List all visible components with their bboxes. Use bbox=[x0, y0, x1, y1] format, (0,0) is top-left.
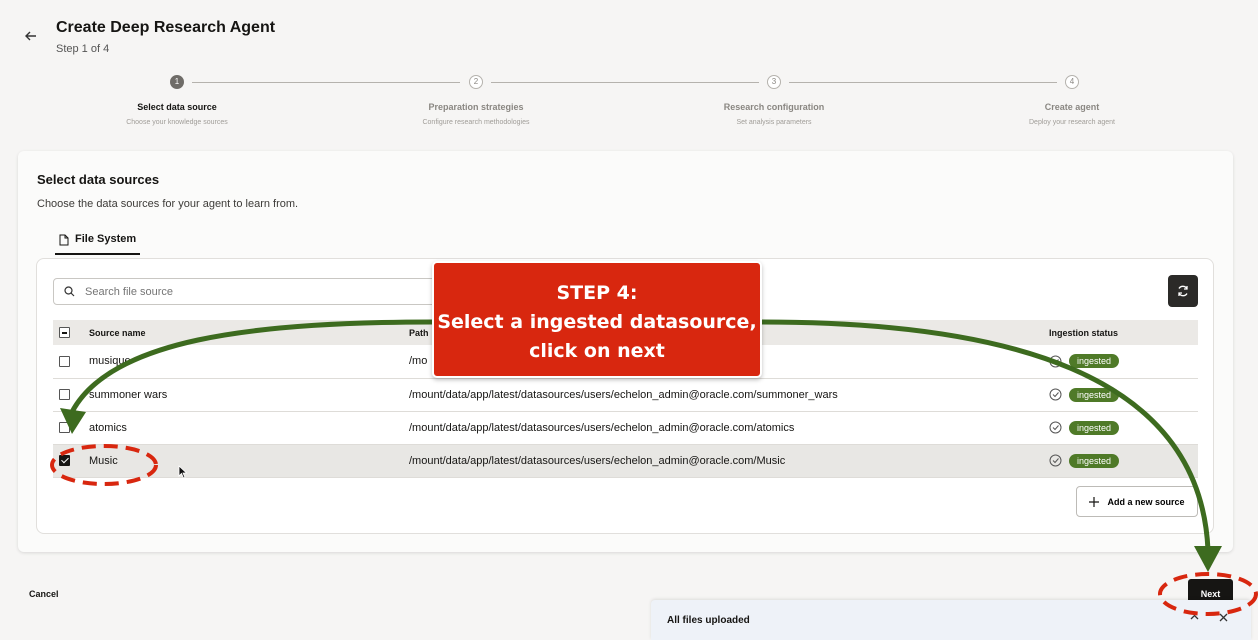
step-connector bbox=[789, 82, 1057, 83]
step-3-title: Research configuration bbox=[723, 102, 825, 112]
path-cell: /mount/data/app/latest/datasources/users… bbox=[409, 388, 838, 401]
close-icon[interactable] bbox=[1218, 612, 1229, 623]
cancel-button[interactable]: Cancel bbox=[29, 589, 59, 599]
page-title: Create Deep Research Agent bbox=[56, 19, 276, 36]
path-cell: /mount/data/app/latest/datasources/users… bbox=[409, 454, 786, 467]
step-1-dot: 1 bbox=[170, 75, 184, 89]
step-1-title: Select data source bbox=[137, 102, 217, 112]
callout-line-3: click on next bbox=[529, 340, 665, 362]
add-source-button[interactable]: Add a new source bbox=[1076, 486, 1198, 517]
upload-toast: All files uploaded bbox=[651, 600, 1251, 640]
step-callout: STEP 4: Select a ingested datasource, cl… bbox=[432, 261, 762, 378]
row-checkbox[interactable] bbox=[59, 455, 70, 467]
status-badge: ingested bbox=[1069, 387, 1120, 402]
plus-icon bbox=[1089, 496, 1100, 507]
table-row[interactable]: atomics /mount/data/app/latest/datasourc… bbox=[53, 411, 1198, 444]
card-description: Choose the data sources for your agent t… bbox=[37, 198, 299, 210]
tab-label: File System bbox=[75, 233, 137, 245]
chevron-up-icon[interactable] bbox=[1189, 612, 1200, 623]
check-circle-icon bbox=[1049, 388, 1062, 401]
path-cell: /mount/data/app/latest/datasources/users… bbox=[409, 421, 795, 434]
source-name-cell: atomics bbox=[89, 421, 127, 434]
step-2-subtitle: Configure research methodologies bbox=[422, 119, 530, 126]
search-icon bbox=[64, 286, 75, 297]
check-circle-icon bbox=[1049, 454, 1062, 467]
step-2-dot: 2 bbox=[469, 75, 483, 89]
step-4-title: Create agent bbox=[1044, 102, 1100, 112]
add-source-label: Add a new source bbox=[1107, 496, 1185, 507]
select-all-checkbox[interactable] bbox=[59, 327, 70, 339]
mouse-cursor-icon bbox=[178, 465, 188, 479]
step-connector bbox=[491, 82, 759, 83]
row-checkbox[interactable] bbox=[59, 355, 70, 367]
stepper: 1 2 3 4 Select data source Choose your k… bbox=[0, 74, 1258, 134]
column-header-source-name: Source name bbox=[89, 327, 146, 338]
source-name-cell: musique bbox=[89, 355, 131, 368]
refresh-button[interactable] bbox=[1168, 275, 1198, 307]
step-3-subtitle: Set analysis parameters bbox=[736, 119, 812, 126]
toast-message: All files uploaded bbox=[667, 615, 750, 626]
step-4-dot: 4 bbox=[1065, 75, 1079, 89]
step-indicator: Step 1 of 4 bbox=[56, 43, 110, 55]
row-checkbox[interactable] bbox=[59, 389, 70, 401]
table-row[interactable]: summoner wars /mount/data/app/latest/dat… bbox=[53, 378, 1198, 411]
source-name-cell: Music bbox=[89, 454, 118, 467]
table-row[interactable]: Music /mount/data/app/latest/datasources… bbox=[53, 444, 1198, 477]
source-name-cell: summoner wars bbox=[89, 388, 168, 401]
step-connector bbox=[192, 82, 460, 83]
row-checkbox[interactable] bbox=[59, 422, 70, 434]
file-icon bbox=[59, 234, 69, 246]
callout-line-2: Select a ingested datasource, bbox=[437, 311, 757, 333]
step-4-subtitle: Deploy your research agent bbox=[1029, 119, 1115, 126]
status-badge: ingested bbox=[1069, 420, 1120, 435]
page: Create Deep Research Agent Step 1 of 4 1… bbox=[0, 0, 1258, 640]
step-3-dot: 3 bbox=[767, 75, 781, 89]
step-2-title: Preparation strategies bbox=[428, 102, 524, 112]
search-input[interactable] bbox=[85, 285, 385, 298]
search-box[interactable] bbox=[53, 278, 463, 305]
check-circle-icon bbox=[1049, 421, 1062, 434]
refresh-icon bbox=[1178, 285, 1188, 297]
status-badge: ingested bbox=[1069, 453, 1120, 468]
back-arrow-icon[interactable] bbox=[24, 29, 40, 45]
column-header-ingestion-status: Ingestion status bbox=[1049, 327, 1119, 338]
callout-line-1: STEP 4: bbox=[556, 282, 638, 304]
card-title: Select data sources bbox=[37, 172, 160, 187]
check-circle-icon bbox=[1049, 355, 1062, 368]
step-1-subtitle: Choose your knowledge sources bbox=[126, 119, 228, 126]
tab-file-system[interactable]: File System bbox=[55, 233, 141, 255]
status-badge: ingested bbox=[1069, 354, 1120, 369]
